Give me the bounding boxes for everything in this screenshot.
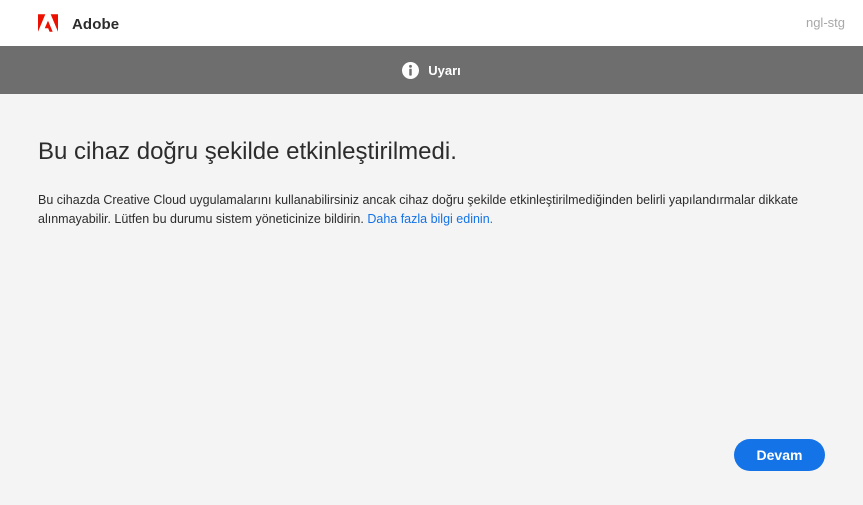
info-icon: [402, 61, 420, 79]
message-text: Bu cihazda Creative Cloud uygulamalarını…: [38, 191, 828, 229]
title-bar: Adobe ngl-stg: [0, 0, 863, 46]
banner-title: Uyarı: [428, 62, 461, 78]
warning-banner: Uyarı: [0, 46, 863, 94]
brand-name: Adobe: [72, 16, 120, 33]
learn-more-link[interactable]: Daha fazla bilgi edinin.: [367, 212, 493, 226]
environment-label: ngl-stg: [805, 15, 845, 30]
app-window: Adobe ngl-stg Uyarı Bu cihaz doğru şekil…: [0, 0, 863, 505]
page-title: Bu cihaz doğru şekilde etkinleştirilmedi…: [38, 138, 457, 165]
continue-button[interactable]: Devam: [734, 439, 825, 471]
adobe-logo-icon: [38, 14, 58, 32]
